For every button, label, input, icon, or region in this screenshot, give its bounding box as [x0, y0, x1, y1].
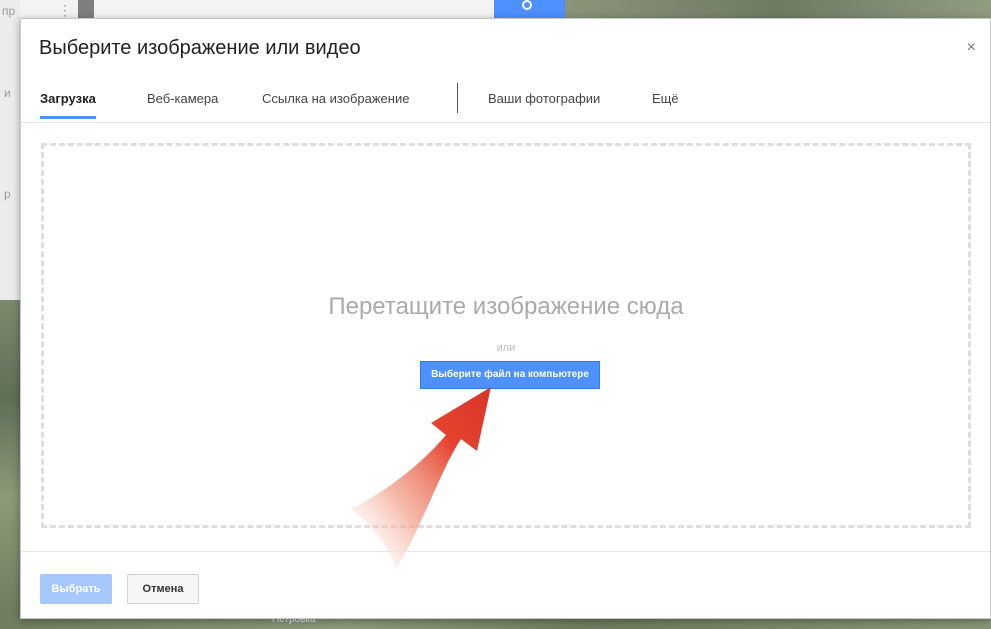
tab-separator — [457, 83, 458, 113]
map-area[interactable] — [565, 0, 991, 18]
tab-image-link[interactable]: Ссылка на изображение — [262, 91, 409, 119]
background-element — [78, 0, 94, 18]
search-button[interactable] — [494, 0, 565, 18]
select-button[interactable]: Выбрать — [40, 574, 112, 604]
close-icon[interactable]: × — [967, 39, 976, 57]
tab-upload[interactable]: Загрузка — [40, 91, 96, 119]
tab-more[interactable]: Ещё — [652, 91, 679, 119]
choose-file-button[interactable]: Выберите файл на компьютере — [420, 361, 600, 389]
drop-zone[interactable]: Перетащите изображение сюда или Выберите… — [41, 143, 971, 528]
background-partial-text: пр — [2, 4, 16, 18]
tab-webcam[interactable]: Веб-камера — [147, 91, 218, 119]
more-options-icon[interactable]: ⋮ — [58, 2, 73, 19]
map-area[interactable] — [0, 300, 20, 629]
tab-your-photos[interactable]: Ваши фотографии — [488, 91, 600, 119]
background-partial-text: р — [4, 187, 11, 201]
tab-bar: Загрузка Веб-камера Ссылка на изображени… — [21, 81, 990, 123]
dialog-title: Выберите изображение или видео — [39, 37, 361, 59]
drop-prompt: Перетащите изображение сюда — [328, 293, 684, 320]
background-partial-text: и — [4, 86, 11, 100]
cancel-button[interactable]: Отмена — [127, 574, 199, 604]
background-left-strip — [0, 0, 20, 300]
dialog-footer: Выбрать Отмена — [21, 551, 990, 619]
or-separator-text: или — [496, 342, 516, 354]
search-icon — [522, 0, 532, 10]
image-picker-dialog: Выберите изображение или видео × Загрузк… — [20, 18, 991, 619]
